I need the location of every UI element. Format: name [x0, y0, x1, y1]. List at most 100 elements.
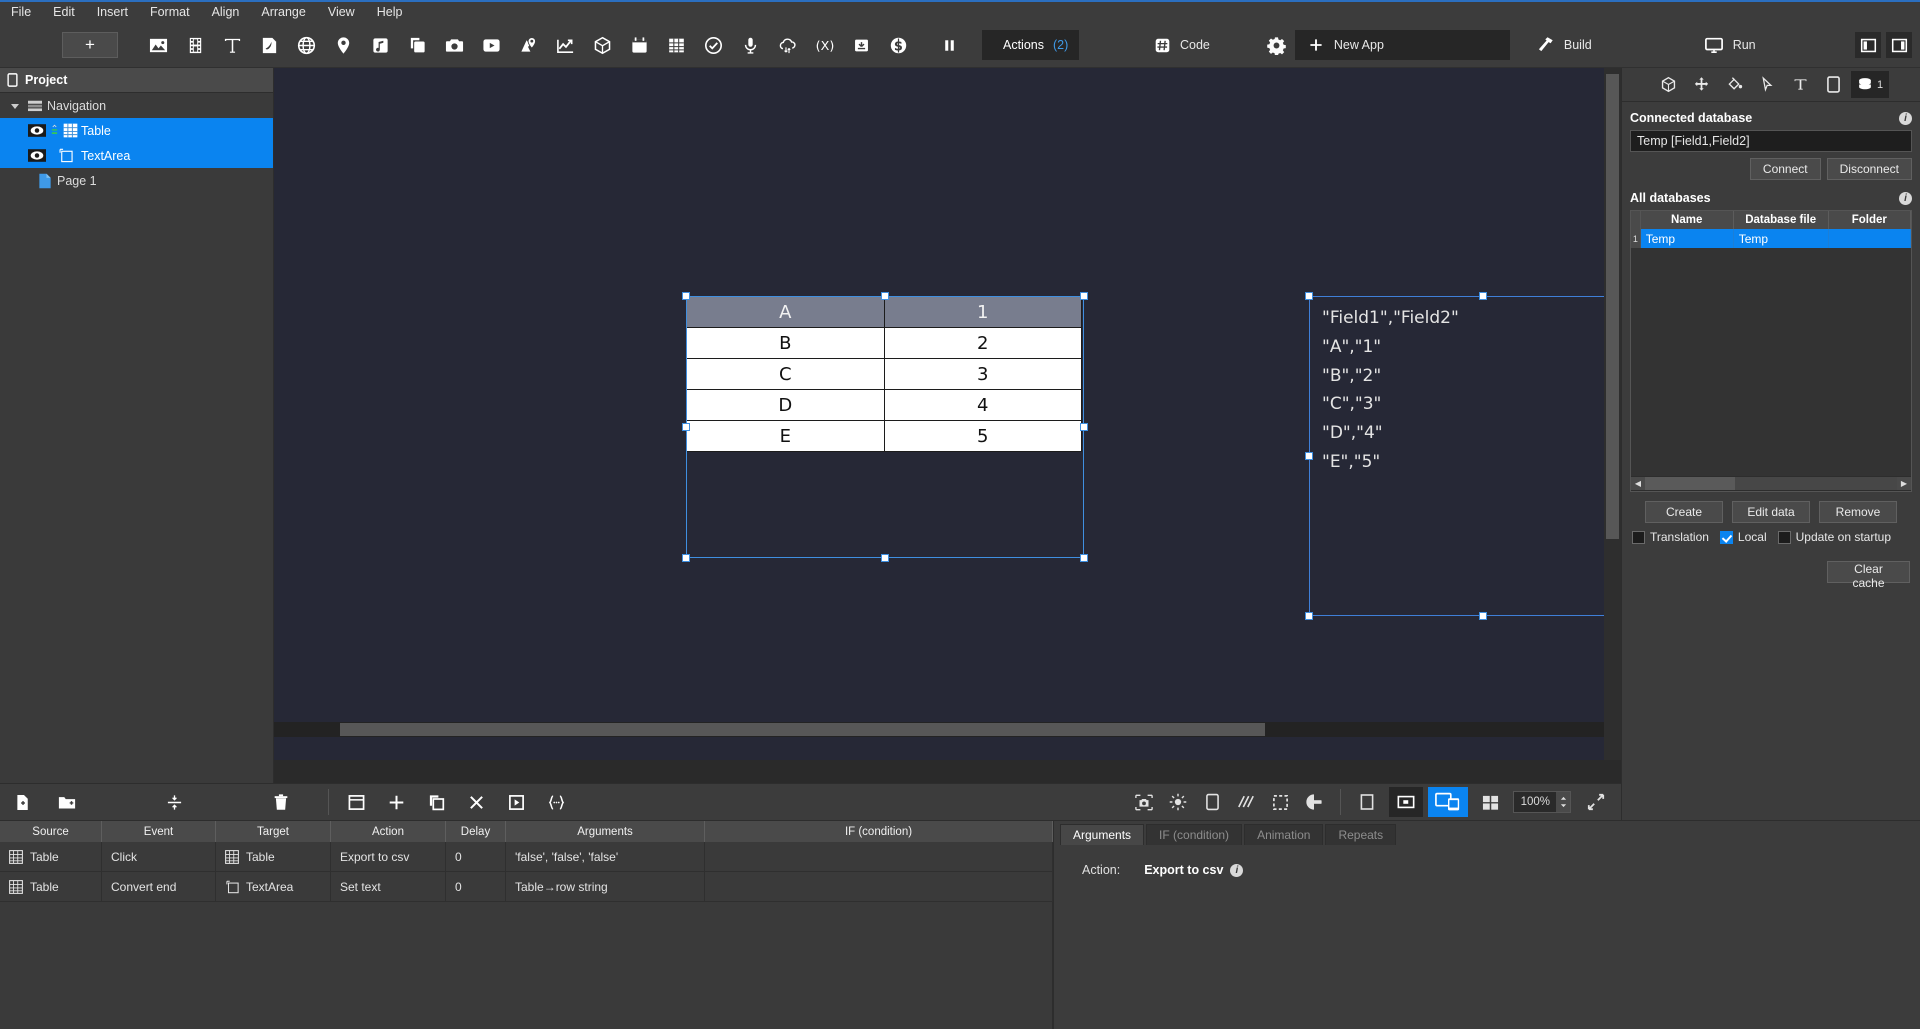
- tab-if-condition[interactable]: IF (condition): [1146, 824, 1243, 845]
- scrollbar-track[interactable]: [1735, 477, 1897, 490]
- textarea-content[interactable]: "Field1","Field2" "A","1" "B","2" "C","3…: [1310, 297, 1604, 477]
- music-icon[interactable]: [362, 29, 399, 61]
- column-header-source[interactable]: Source: [0, 821, 102, 842]
- resize-handle-nw[interactable]: [1305, 292, 1313, 300]
- map-route-icon[interactable]: [510, 29, 547, 61]
- table-cell[interactable]: B: [686, 327, 885, 359]
- chart-line-icon[interactable]: [547, 29, 584, 61]
- microphone-icon[interactable]: [732, 29, 769, 61]
- column-header-database-file[interactable]: Database file: [1734, 211, 1829, 229]
- edit-data-button[interactable]: Edit data: [1732, 501, 1810, 523]
- cell-condition[interactable]: [705, 842, 1053, 871]
- column-header-target[interactable]: Target: [216, 821, 331, 842]
- tab-fill-bucket-icon[interactable]: [1719, 71, 1749, 98]
- actions-grid-row[interactable]: Table Click Table Export to csv 0 'false…: [0, 842, 1053, 872]
- new-folder-icon[interactable]: [50, 787, 84, 817]
- hatch-icon[interactable]: [1229, 787, 1263, 817]
- zoom-value[interactable]: 100%: [1514, 796, 1556, 808]
- canvas-widget-textarea[interactable]: "Field1","Field2" "A","1" "B","2" "C","3…: [1305, 292, 1604, 620]
- expander-icon[interactable]: [6, 101, 23, 111]
- cell-name[interactable]: Temp: [1640, 229, 1734, 248]
- resize-handle-e[interactable]: [1080, 423, 1088, 431]
- table-grid-icon[interactable]: [658, 29, 695, 61]
- connect-button[interactable]: Connect: [1749, 158, 1821, 180]
- scrollbar-thumb[interactable]: [1606, 74, 1619, 539]
- distribute-vertical-icon[interactable]: [157, 787, 191, 817]
- windows-view-icon[interactable]: [1473, 787, 1507, 817]
- fit-screen-icon[interactable]: [1579, 787, 1613, 817]
- duplicate-icon[interactable]: [419, 787, 453, 817]
- table-widget-grid[interactable]: A 1 B 2 C 3 D 4 E 5: [686, 296, 1082, 452]
- tab-repeats[interactable]: Repeats: [1325, 824, 1397, 845]
- menu-item-arrange[interactable]: Arrange: [250, 2, 316, 23]
- scroll-right-arrow[interactable]: ▶: [1897, 477, 1911, 490]
- tree-item-navigation[interactable]: Navigation: [0, 93, 273, 118]
- new-app-button[interactable]: New App: [1294, 30, 1510, 60]
- marquee-select-icon[interactable]: [1263, 787, 1297, 817]
- local-checkbox[interactable]: [1719, 530, 1733, 544]
- resize-handle-nw[interactable]: [682, 292, 690, 300]
- landscape-view-icon[interactable]: [1389, 787, 1423, 817]
- table-cell[interactable]: 2: [883, 327, 1082, 359]
- layout-left-icon[interactable]: [1855, 32, 1881, 58]
- close-icon[interactable]: [459, 787, 493, 817]
- tab-move-icon[interactable]: [1686, 71, 1716, 98]
- layers-icon[interactable]: [399, 29, 436, 61]
- connected-database-field[interactable]: Temp [Field1,Field2]: [1630, 130, 1912, 152]
- variable-icon[interactable]: (X): [806, 29, 843, 61]
- menu-item-insert[interactable]: Insert: [86, 2, 139, 23]
- menu-item-edit[interactable]: Edit: [42, 2, 86, 23]
- device-icon[interactable]: [1195, 787, 1229, 817]
- column-header-name[interactable]: Name: [1641, 211, 1734, 229]
- tab-text-icon[interactable]: [1785, 71, 1815, 98]
- table-cell[interactable]: A: [686, 296, 885, 328]
- cell-event[interactable]: Convert end: [102, 872, 216, 901]
- menu-item-align[interactable]: Align: [201, 2, 251, 23]
- create-button[interactable]: Create: [1645, 501, 1723, 523]
- canvas-vertical-scrollbar[interactable]: [1604, 68, 1621, 760]
- cell-event[interactable]: Click: [102, 842, 216, 871]
- new-file-icon[interactable]: [6, 787, 40, 817]
- calendar-icon[interactable]: [621, 29, 658, 61]
- zoom-control[interactable]: 100%: [1513, 791, 1571, 813]
- camera-icon[interactable]: [436, 29, 473, 61]
- eye-icon[interactable]: [25, 149, 49, 162]
- cell-arguments[interactable]: 'false', 'false', 'false': [506, 842, 705, 871]
- info-icon[interactable]: i: [1230, 863, 1244, 877]
- column-header-event[interactable]: Event: [102, 821, 216, 842]
- cell-folder[interactable]: [1828, 229, 1911, 248]
- run-button[interactable]: Run: [1692, 30, 1768, 60]
- menu-item-view[interactable]: View: [317, 2, 366, 23]
- table-cell[interactable]: 3: [883, 358, 1082, 390]
- databases-table-row[interactable]: 1 Temp Temp: [1631, 229, 1911, 248]
- dual-device-view-icon[interactable]: [1428, 787, 1468, 817]
- remove-button[interactable]: Remove: [1819, 501, 1897, 523]
- cell-delay[interactable]: 0: [446, 842, 506, 871]
- design-canvas[interactable]: A 1 B 2 C 3 D 4 E 5 "Field1","Field2" "A…: [274, 68, 1604, 760]
- table-cell[interactable]: 4: [883, 389, 1082, 421]
- table-cell[interactable]: 1: [883, 296, 1082, 328]
- code-button[interactable]: Code: [1142, 30, 1222, 60]
- tab-database-icon[interactable]: 1: [1851, 71, 1889, 98]
- resize-handle-ne[interactable]: [1080, 292, 1088, 300]
- table-cell[interactable]: C: [686, 358, 885, 390]
- layout-right-icon[interactable]: [1886, 32, 1912, 58]
- resize-handle-w[interactable]: [1305, 452, 1313, 460]
- pdf-icon[interactable]: [251, 29, 288, 61]
- film-icon[interactable]: [177, 29, 214, 61]
- tree-item-textarea[interactable]: TextArea: [0, 143, 273, 168]
- tab-cursor-icon[interactable]: [1752, 71, 1782, 98]
- brightness-icon[interactable]: [1161, 787, 1195, 817]
- resize-handle-sw[interactable]: [682, 554, 690, 562]
- tab-cube-3d-icon[interactable]: [1653, 71, 1683, 98]
- delete-icon[interactable]: [264, 787, 298, 817]
- column-header-delay[interactable]: Delay: [446, 821, 506, 842]
- clear-cache-button[interactable]: Clear cache: [1827, 561, 1910, 590]
- braces-icon[interactable]: [539, 787, 573, 817]
- add-icon[interactable]: [379, 787, 413, 817]
- zoom-stepper[interactable]: [1556, 792, 1570, 812]
- canvas-widget-table[interactable]: A 1 B 2 C 3 D 4 E 5: [682, 292, 1088, 562]
- window-icon[interactable]: [339, 787, 373, 817]
- image-icon[interactable]: [140, 29, 177, 61]
- resize-handle-w[interactable]: [682, 423, 690, 431]
